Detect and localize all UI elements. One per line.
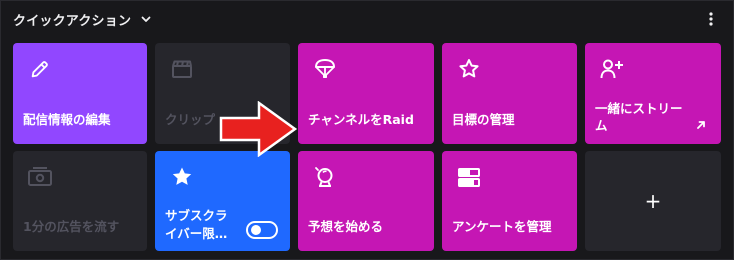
clapperboard-icon [169, 56, 195, 82]
pencil-icon [27, 56, 53, 82]
panel-header: クイックアクション [1, 1, 733, 37]
parachute-icon [312, 56, 338, 82]
tile-label: 目標の管理 [452, 112, 515, 127]
ad-icon [27, 164, 53, 190]
more-vertical-icon[interactable] [703, 11, 719, 27]
quick-actions-panel: クイックアクション 配信情報の編集 クリップ チャンネルをRaid 目標の管理 … [0, 0, 734, 260]
subscriber-only-toggle[interactable] [246, 221, 278, 239]
add-user-icon [599, 56, 625, 82]
plus-icon: + [644, 189, 662, 213]
toggle-knob [251, 225, 261, 235]
external-link-icon [695, 116, 707, 129]
stream-together-tile[interactable]: 一緒にストリーム [585, 43, 721, 144]
subscriber-only-tile[interactable]: サブスクライバー限… [155, 151, 290, 251]
quick-actions-grid: 配信情報の編集 クリップ チャンネルをRaid 目標の管理 一緒にストリーム 1… [13, 43, 723, 251]
tile-label: 1分の広告を流す [23, 219, 120, 234]
poll-icon [456, 164, 482, 190]
tile-label: アンケートを管理 [452, 219, 552, 234]
manage-goals-tile[interactable]: 目標の管理 [442, 43, 577, 144]
tile-label: チャンネルをRaid [308, 112, 414, 127]
tile-label: 一緒にストリーム [595, 101, 683, 133]
raid-channel-tile[interactable]: チャンネルをRaid [298, 43, 434, 144]
tile-label: 予想を始める [308, 219, 384, 234]
add-action-tile[interactable]: + [585, 151, 721, 251]
run-ad-tile: 1分の広告を流す [13, 151, 147, 251]
star-icon [456, 56, 482, 82]
start-prediction-tile[interactable]: 予想を始める [298, 151, 434, 251]
tile-label: 配信情報の編集 [23, 112, 111, 127]
prediction-icon [312, 164, 338, 190]
tile-label: クリップ [165, 112, 216, 127]
tile-label: サブスクライバー限… [165, 208, 228, 241]
chevron-down-icon[interactable] [139, 12, 153, 26]
edit-stream-info-tile[interactable]: 配信情報の編集 [13, 43, 147, 144]
star-filled-icon [169, 164, 195, 190]
red-arrow-icon [219, 101, 297, 157]
panel-title: クイックアクション [13, 13, 132, 29]
manage-poll-tile[interactable]: アンケートを管理 [442, 151, 577, 251]
